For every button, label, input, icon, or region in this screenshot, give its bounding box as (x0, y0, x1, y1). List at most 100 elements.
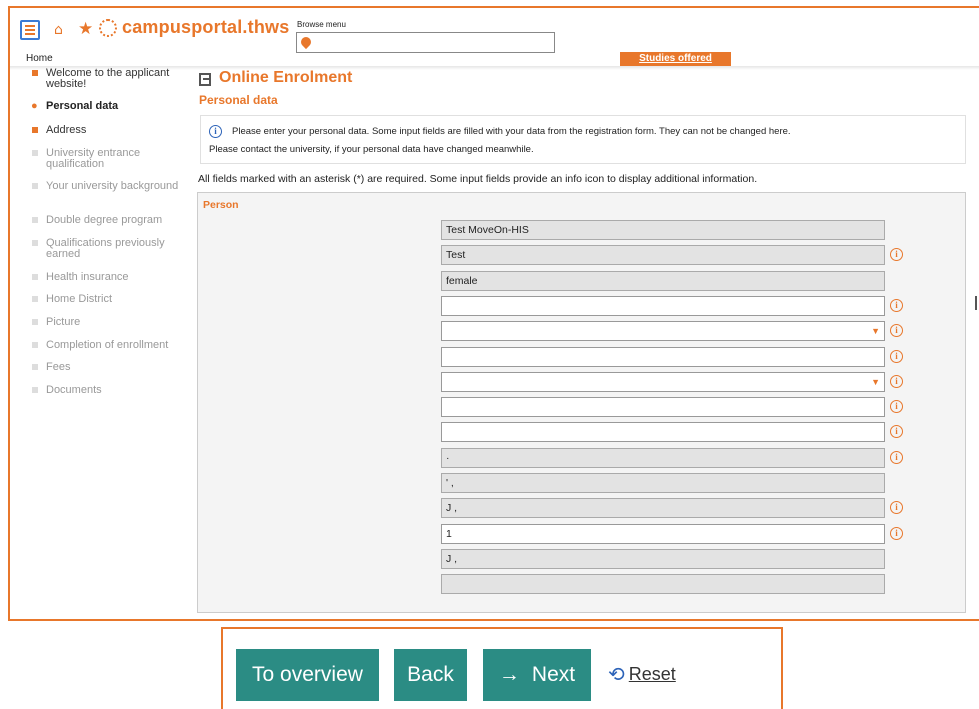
text-field[interactable] (441, 346, 885, 367)
sidebar-item-welcome[interactable]: Welcome to the applicant website! (28, 68, 188, 90)
text-field: female (441, 270, 885, 291)
info-icon[interactable]: i (890, 526, 903, 540)
form-icon (199, 73, 211, 86)
sidebar-item-entrance-qualification[interactable]: University entrance qualification (28, 148, 188, 170)
text-field: J , (441, 498, 885, 519)
info-icon[interactable]: i (890, 501, 903, 515)
sidebar-item-label: University entrance qualification (46, 147, 141, 170)
info-icon[interactable]: i (890, 374, 903, 388)
browse-menu-input[interactable] (296, 32, 555, 53)
step-pending-icon (32, 296, 38, 302)
browse-menu-label: Browse menu (297, 20, 346, 29)
step-pending-icon (32, 364, 38, 370)
info-icon[interactable]: i (890, 298, 903, 312)
select-field[interactable]: ▼ (441, 321, 885, 342)
sidebar-item-label: Fees (46, 361, 71, 373)
sidebar-item-label: Picture (46, 316, 81, 328)
form-row: Name suffixi (198, 422, 967, 443)
sidebar-item-double-degree[interactable]: Double degree program (28, 215, 188, 226)
text-field: · (441, 447, 885, 468)
info-icon[interactable]: i (890, 450, 903, 464)
sidebar-item-label: Documents (46, 384, 102, 396)
sidebar-item-label: Home District (46, 293, 113, 305)
sidebar-item-label: Qualifications previously earned (46, 237, 165, 260)
info-text: Please contact the university, if your p… (209, 144, 534, 155)
text-field[interactable] (441, 422, 885, 443)
home-icon[interactable]: ⌂ (54, 22, 63, 38)
breadcrumb[interactable]: Home (26, 53, 53, 64)
back-button[interactable]: Back (394, 649, 467, 701)
undo-icon: ⟲ (608, 664, 625, 686)
sidebar-item-picture[interactable]: Picture (28, 317, 188, 328)
sidebar-item-health-insurance[interactable]: Health insurance (28, 272, 188, 283)
text-field: ' , (441, 473, 885, 493)
text-field[interactable] (441, 295, 885, 316)
info-icon[interactable]: i (890, 425, 903, 439)
sidebar-item-label: Address (46, 124, 87, 136)
form-row: Academic degree suffixi (198, 346, 967, 367)
step-pending-icon (32, 274, 38, 280)
select-field[interactable]: ▼ (441, 371, 885, 392)
field-value: Test MoveOn-HIS (446, 224, 529, 236)
step-pending-icon (32, 217, 38, 223)
form-row: Academic degree▼i (198, 321, 967, 342)
search-icon (298, 34, 314, 50)
logo-icon (99, 19, 117, 37)
sidebar-item-personal-data[interactable]: ● Personal data (28, 101, 188, 112)
info-icon[interactable]: i (890, 324, 903, 338)
reset-link[interactable]: ⟲ Reset (608, 662, 676, 687)
info-icon[interactable]: i (890, 349, 903, 363)
sidebar-item-home-district[interactable]: Home District (28, 294, 188, 305)
reset-label: Reset (628, 664, 676, 684)
sidebar-item-qualifications[interactable]: Qualifications previously earned (28, 238, 188, 260)
step-done-icon (32, 70, 38, 76)
arrow-right-icon: → (498, 663, 520, 686)
step-pending-icon (32, 387, 38, 393)
field-value: J , (446, 552, 458, 565)
chevron-down-icon[interactable]: ▼ (871, 322, 880, 340)
step-pending-icon (32, 240, 38, 246)
text-field: Test MoveOn-HIS (441, 220, 885, 240)
form-row: * Date of birth·i (198, 447, 967, 468)
text-field[interactable] (441, 397, 885, 418)
location-pin-icon: ● (31, 100, 38, 112)
sidebar-item-documents[interactable]: Documents (28, 385, 188, 396)
info-icon[interactable]: i (890, 400, 903, 414)
to-overview-button[interactable]: To overview (236, 649, 379, 701)
form-row: Job title▼i (198, 371, 967, 392)
menu-toggle-button[interactable] (20, 20, 40, 40)
form-row: NationalityJ , (198, 548, 967, 569)
text-field[interactable]: 1 (441, 523, 885, 544)
section-subtitle: Personal data (199, 93, 278, 107)
form-row: Second nationality. (198, 574, 967, 595)
field-value: Test (446, 249, 466, 262)
text-field: J , (441, 548, 885, 569)
field-value: female (446, 274, 478, 287)
text-field: Test (441, 245, 885, 266)
info-icon[interactable]: i (890, 248, 903, 262)
form-row: Birth name1i (198, 523, 967, 544)
sidebar-item-completion[interactable]: Completion of enrollment (28, 340, 188, 351)
step-done-icon (32, 127, 38, 133)
next-button[interactable]: → Next (483, 649, 591, 701)
sidebar-item-fees[interactable]: Fees (28, 362, 188, 373)
studies-offered-button[interactable]: Studies offered (620, 52, 731, 66)
chevron-down-icon[interactable]: ▼ (871, 373, 880, 391)
next-label: Next (531, 663, 576, 686)
sidebar-item-university-background[interactable]: Your university background (28, 181, 188, 192)
field-value: 1 (446, 527, 452, 540)
form-row: Country of birthJ ,i (198, 498, 967, 519)
star-icon[interactable]: ★ (78, 19, 93, 39)
logo-text[interactable]: campusportal.thws (122, 17, 289, 38)
form-row: * First nameTesti (198, 245, 967, 266)
step-pending-icon (32, 342, 38, 348)
required-note: All fields marked with an asterisk (*) a… (198, 173, 758, 185)
top-header: ⌂ ★ campusportal.thws Browse menu (10, 8, 979, 53)
field-value: · (446, 451, 450, 464)
step-pending-icon (32, 150, 38, 156)
sidebar-item-label: Double degree program (46, 214, 163, 226)
field-value: J , (446, 502, 458, 515)
sidebar-item-address[interactable]: Address (28, 125, 188, 136)
form-row: * SurnameTest MoveOn-HIS (198, 220, 967, 240)
info-icon: i (209, 125, 222, 138)
